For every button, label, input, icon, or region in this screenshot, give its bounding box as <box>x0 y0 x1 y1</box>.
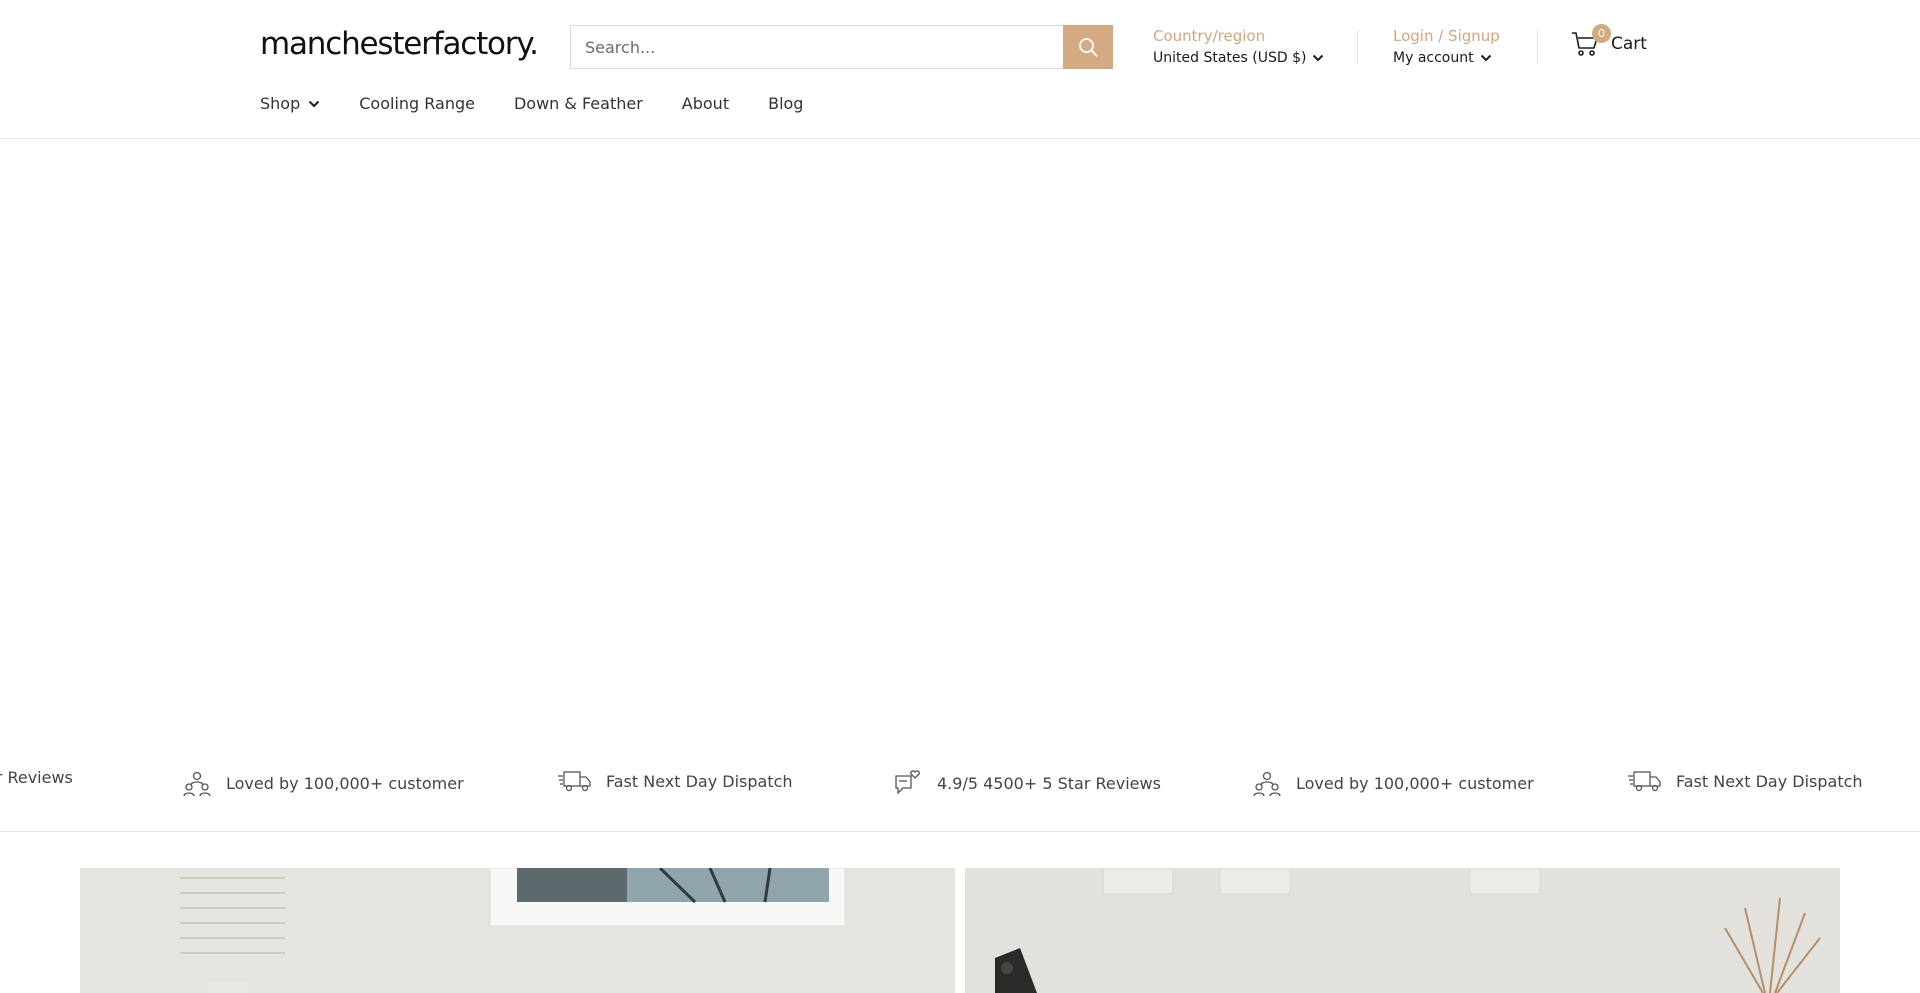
feature-label: ar Reviews <box>0 768 73 787</box>
feature-item: ar Reviews <box>0 768 73 787</box>
nav-about[interactable]: About <box>682 94 729 113</box>
feature-label: Loved by 100,000+ customer <box>226 773 464 793</box>
nav-blog[interactable]: Blog <box>768 94 803 113</box>
main-nav: Shop Cooling Range Down & Feather About … <box>260 94 803 113</box>
feature-item: Loved by 100,000+ customer <box>1252 768 1534 798</box>
feature-item: 4.9/5 4500+ 5 Star Reviews <box>893 768 1161 798</box>
account-menu[interactable]: Login / Signup My account <box>1393 27 1500 66</box>
search-icon <box>1079 38 1098 57</box>
login-signup-link[interactable]: Login / Signup <box>1393 27 1500 45</box>
feature-label: Fast Next Day Dispatch <box>1676 771 1863 791</box>
feature-label: Fast Next Day Dispatch <box>606 771 793 791</box>
chevron-down-icon <box>1313 54 1324 62</box>
feature-label: 4.9/5 4500+ 5 Star Reviews <box>937 773 1161 793</box>
delivery-truck-icon <box>1628 771 1661 792</box>
customers-icon <box>1253 771 1281 797</box>
chevron-down-icon <box>1480 54 1491 62</box>
features-marquee: ar Reviews Loved by 100,000+ customer Fa… <box>0 746 1920 832</box>
cart-button[interactable]: 0 Cart <box>1571 24 1647 58</box>
cart-count-badge: 0 <box>1592 24 1611 43</box>
feature-item: Fast Next Day Dispatch <box>1628 768 1863 794</box>
delivery-truck-icon <box>558 771 591 792</box>
site-logo[interactable]: manchesterfactory. <box>260 26 539 62</box>
feature-item: Loved by 100,000+ customer <box>182 768 464 798</box>
collection-image-right[interactable] <box>965 868 1840 993</box>
region-selector[interactable]: Country/region United States (USD $) <box>1153 27 1324 66</box>
review-heart-icon <box>895 770 920 795</box>
feature-label: Loved by 100,000+ customer <box>1296 773 1534 793</box>
cart-label: Cart <box>1611 34 1647 54</box>
my-account-label: My account <box>1393 50 1474 66</box>
chevron-down-icon <box>309 100 320 107</box>
nav-down-feather[interactable]: Down & Feather <box>514 94 643 113</box>
header-divider <box>1537 30 1538 64</box>
search-bar <box>570 25 1113 69</box>
header-divider <box>1357 30 1358 64</box>
site-header: manchesterfactory. Country/region United… <box>0 0 1920 139</box>
collection-image-left[interactable] <box>80 868 955 993</box>
search-button[interactable] <box>1063 25 1113 69</box>
nav-shop[interactable]: Shop <box>260 94 320 113</box>
nav-cooling-range[interactable]: Cooling Range <box>359 94 475 113</box>
region-value: United States (USD $) <box>1153 50 1307 66</box>
cart-icon: 0 <box>1571 24 1611 58</box>
region-label: Country/region <box>1153 27 1266 45</box>
customers-icon <box>183 771 211 797</box>
nav-shop-label: Shop <box>260 94 301 113</box>
search-input[interactable] <box>571 26 1063 68</box>
feature-item: Fast Next Day Dispatch <box>558 768 793 794</box>
